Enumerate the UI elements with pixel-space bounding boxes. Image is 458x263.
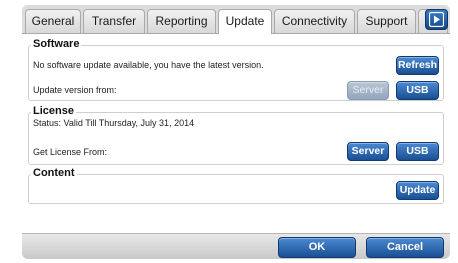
get-license-from-label: Get License From: [33, 147, 108, 157]
ok-button[interactable]: OK [278, 237, 356, 258]
software-server-button[interactable]: Server [347, 81, 389, 100]
software-status-text: No software update available, you have t… [33, 60, 264, 70]
license-usb-button[interactable]: USB [396, 142, 439, 161]
software-group: Software No software update available, y… [28, 38, 444, 101]
refresh-button[interactable]: Refresh [396, 56, 439, 75]
settings-window: General Transfer Reporting Update Connec… [22, 5, 450, 259]
tab-scroll-button[interactable] [425, 9, 448, 30]
dialog-footer: OK Cancel [22, 233, 450, 259]
tab-general[interactable]: General [25, 9, 81, 33]
content-title: Content [31, 167, 77, 179]
content-update-button[interactable]: Update [396, 181, 439, 200]
tab-support[interactable]: Support [357, 9, 416, 33]
tab-reporting[interactable]: Reporting [147, 9, 216, 33]
cancel-button[interactable]: Cancel [366, 237, 444, 258]
license-group: License Status: Valid Till Thursday, Jul… [28, 105, 444, 165]
content-group: Content Update [28, 167, 444, 204]
software-title: Software [31, 38, 82, 50]
play-arrow-icon [429, 12, 444, 27]
tab-update[interactable]: Update [218, 9, 272, 34]
update-panel: Software No software update available, y… [22, 33, 450, 233]
tab-bar: General Transfer Reporting Update Connec… [22, 5, 450, 34]
tab-transfer[interactable]: Transfer [83, 9, 145, 33]
software-usb-button[interactable]: USB [396, 81, 439, 100]
update-from-label: Update version from: [33, 85, 117, 95]
tab-connectivity[interactable]: Connectivity [274, 9, 355, 33]
license-status-text: Status: Valid Till Thursday, July 31, 20… [33, 118, 195, 128]
license-server-button[interactable]: Server [347, 142, 389, 161]
license-title: License [31, 105, 76, 117]
